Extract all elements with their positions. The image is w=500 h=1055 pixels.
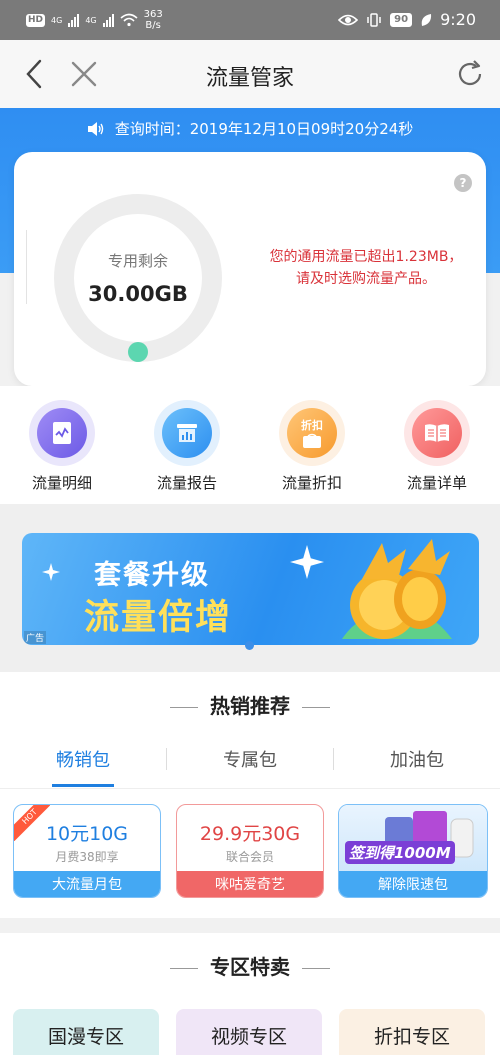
promo-image: 签到得1000M xyxy=(339,805,487,873)
quick-entry-inner xyxy=(162,408,212,458)
quick-entry-inner xyxy=(37,408,87,458)
package-subtitle: 月费38即享 xyxy=(55,850,119,864)
usage-ring xyxy=(54,194,222,362)
remaining-label: 专用剩余 xyxy=(107,252,168,270)
remaining-value: 30.00GB xyxy=(88,282,188,306)
package-card-30g[interactable]: 29.9元30G 联合会员 咪咕爱奇艺 xyxy=(176,804,324,898)
query-time-text: 查询时间：2019年12月10日09时20分24秒 xyxy=(114,120,414,138)
leaf-icon xyxy=(421,13,432,26)
banner-line1: 套餐升级 xyxy=(94,560,210,591)
signal-strength-icon xyxy=(102,13,114,27)
hot-section: 热销推荐 畅销包 专属包 加油包 HOT 10元10G 月费38即享 大流量月包… xyxy=(0,672,500,918)
overage-warning-line2: 请及时选购流量产品。 xyxy=(296,271,436,287)
vibrate-icon xyxy=(367,12,381,27)
clock: 9:20 xyxy=(440,10,476,29)
overage-warning-line1: 您的通用流量已超出1.23MB， xyxy=(269,249,463,265)
zone-section: 专区特卖 国漫专区 视频专区 折扣专区 xyxy=(0,933,500,1055)
sparkle-icon xyxy=(290,545,324,579)
wifi-icon xyxy=(120,13,138,27)
tab-exclusive[interactable]: 专属包 xyxy=(167,746,333,772)
quick-entry-label: 流量折扣 xyxy=(281,474,342,492)
quick-entries: 流量明细 流量报告 折扣 流量折扣 流量详单 xyxy=(0,386,500,504)
quick-entry-inner: 折扣 xyxy=(287,408,337,458)
status-bar: HD 4G 4G 363 B/s 90 9:20 xyxy=(0,0,500,40)
tab-bestseller[interactable]: 畅销包 xyxy=(0,746,166,772)
hot-section-title: 热销推荐 xyxy=(0,690,500,719)
zone-card-anime[interactable]: 国漫专区 xyxy=(13,1009,159,1055)
carousel-indicator[interactable] xyxy=(245,641,254,650)
package-footer: 解除限速包 xyxy=(339,871,487,897)
title-dash xyxy=(302,967,330,970)
page-title: 流量管家 xyxy=(205,66,294,91)
usage-card: ? 专用剩余 30.00GB 您的通用流量已超出1.23MB， 请及时选购流量产… xyxy=(14,152,486,386)
tab-separator xyxy=(166,748,167,770)
signal-strength-icon xyxy=(68,13,80,27)
query-time: 查询时间：2019年12月10日09时20分24秒 xyxy=(0,118,500,139)
quick-entry-label: 流量详单 xyxy=(406,474,467,492)
ad-label: 广告 xyxy=(24,631,47,644)
package-name: 10元10G xyxy=(45,823,129,845)
hd-icon: HD xyxy=(26,13,46,27)
net-speed: 363 B/s xyxy=(144,9,163,31)
quick-entry-circle xyxy=(154,400,220,466)
gold-coins-icon xyxy=(342,539,452,639)
signal-label-2: 4G xyxy=(85,15,97,25)
zone-card-video[interactable]: 视频专区 xyxy=(176,1009,322,1055)
battery-icon: 90 xyxy=(390,12,413,27)
app-bar: 流量管家 xyxy=(0,40,500,108)
tab-booster[interactable]: 加油包 xyxy=(334,746,500,772)
signal-label-1: 4G xyxy=(51,15,63,25)
quick-entry-inner xyxy=(412,408,462,458)
net-speed-value: 363 xyxy=(143,9,163,20)
package-card-unlimit[interactable]: 签到得1000M 解除限速包 xyxy=(338,804,488,898)
open-book-icon xyxy=(425,424,449,442)
document-chart-icon xyxy=(53,422,71,444)
package-name: 29.9元30G xyxy=(199,823,301,845)
speaker-icon xyxy=(87,121,103,136)
zone-title-text: 专区特卖 xyxy=(210,955,290,979)
banner-line2: 流量倍增 xyxy=(84,598,233,638)
quick-entry-bill[interactable]: 流量详单 xyxy=(387,400,487,493)
quick-entry-circle xyxy=(404,400,470,466)
hot-title-text: 热销推荐 xyxy=(210,694,290,718)
package-footer: 咪咕爱奇艺 xyxy=(177,871,323,897)
active-tab-indicator xyxy=(52,784,114,787)
divider xyxy=(0,788,500,789)
usage-ring-marker xyxy=(128,342,148,362)
title-dash xyxy=(170,706,198,709)
package-subtitle: 联合会员 xyxy=(225,850,274,864)
quick-entry-detail[interactable]: 流量明细 xyxy=(12,400,112,493)
quick-entry-label: 流量报告 xyxy=(156,474,217,492)
package-card-10g[interactable]: HOT 10元10G 月费38即享 大流量月包 xyxy=(13,804,161,898)
zone-card-discount[interactable]: 折扣专区 xyxy=(339,1009,485,1055)
help-icon[interactable]: ? xyxy=(454,174,472,192)
bar-chart-icon xyxy=(177,424,197,442)
discount-bag-icon xyxy=(303,433,321,448)
quick-entry-circle: 折扣 xyxy=(279,400,345,466)
quick-entry-label: 流量明细 xyxy=(31,474,92,492)
tab-separator xyxy=(333,748,334,770)
title-dash xyxy=(170,967,198,970)
package-footer: 大流量月包 xyxy=(14,871,160,897)
divider xyxy=(26,230,27,304)
promo-banner[interactable]: 套餐升级 流量倍增 广告 xyxy=(22,533,479,645)
eye-icon xyxy=(338,14,359,25)
refresh-icon[interactable] xyxy=(452,56,488,92)
title-dash xyxy=(302,706,330,709)
quick-entry-discount[interactable]: 折扣 流量折扣 xyxy=(262,400,362,493)
zone-section-title: 专区特卖 xyxy=(0,951,500,980)
discount-badge: 折扣 xyxy=(301,419,323,432)
quick-entry-circle xyxy=(29,400,95,466)
net-speed-unit: B/s xyxy=(145,20,161,31)
sparkle-icon xyxy=(42,563,60,581)
overage-warning: 您的通用流量已超出1.23MB， 请及时选购流量产品。 xyxy=(252,246,480,290)
quick-entry-report[interactable]: 流量报告 xyxy=(137,400,237,493)
promo-text: 签到得1000M xyxy=(345,841,455,864)
